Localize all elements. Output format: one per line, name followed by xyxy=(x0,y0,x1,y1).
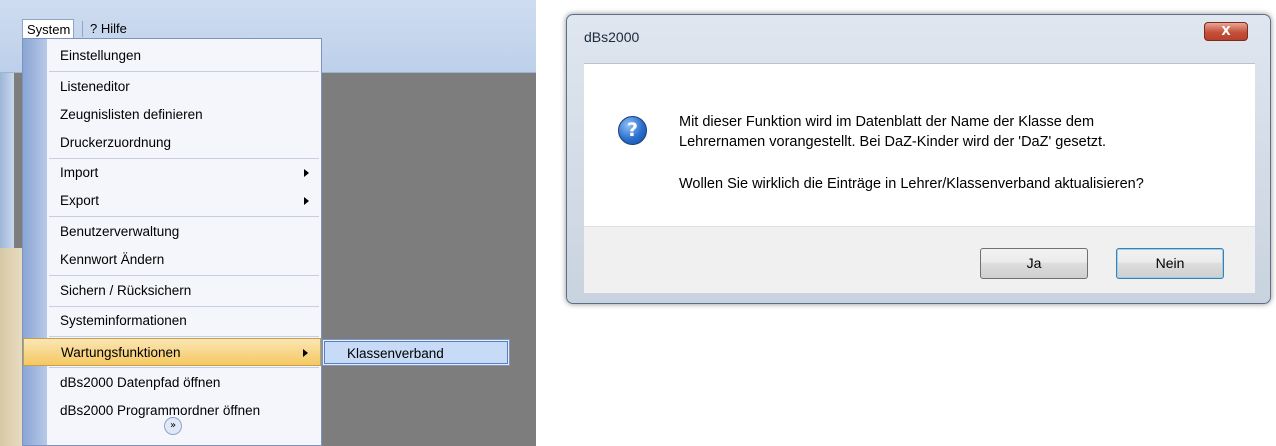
application-window: System ? Hilfe Einstellungen Listenedito… xyxy=(0,0,536,446)
menu-item-sichern[interactable]: Sichern / Rücksichern xyxy=(47,277,321,305)
submenu-arrow-icon xyxy=(303,349,308,357)
submenu-item-klassenverband[interactable]: Klassenverband xyxy=(324,341,508,364)
dialog-message-line1: Mit dieser Funktion wird im Datenblatt d… xyxy=(679,114,1095,130)
menu-item-import[interactable]: Import xyxy=(47,159,321,187)
menu-separator xyxy=(49,367,319,368)
menu-item-label: Einstellungen xyxy=(60,48,142,63)
menu-item-label: Listeneditor xyxy=(60,79,130,94)
menu-item-label: Kennwort Ändern xyxy=(60,252,165,267)
menu-item-listeneditor[interactable]: Listeneditor xyxy=(47,73,321,101)
menu-separator xyxy=(49,275,319,276)
menu-item-label: Export xyxy=(60,193,100,208)
menu-hilfe-label: ? Hilfe xyxy=(90,21,127,36)
wartungsfunktionen-submenu: Klassenverband xyxy=(322,339,510,366)
dialog-body: ? Mit dieser Funktion wird im Datenblatt… xyxy=(584,63,1255,227)
menu-item-label: Wartungsfunktionen xyxy=(61,345,181,360)
no-button[interactable]: Nein xyxy=(1116,248,1224,279)
menu-separator xyxy=(49,216,319,217)
menu-item-zeugnislisten[interactable]: Zeugnislisten definieren xyxy=(47,101,321,129)
menu-item-benutzerverwaltung[interactable]: Benutzerverwaltung xyxy=(47,218,321,246)
dialog-message-line2: Lehrernamen vorangestellt. Bei DaZ-Kinde… xyxy=(679,134,1107,150)
menu-item-druckerzuordnung[interactable]: Druckerzuordnung xyxy=(47,129,321,157)
menu-item-datenpfad-oeffnen[interactable]: dBs2000 Datenpfad öffnen xyxy=(47,369,321,397)
yes-button[interactable]: Ja xyxy=(980,248,1088,279)
menu-item-label: dBs2000 Datenpfad öffnen xyxy=(60,375,221,390)
menu-separator xyxy=(49,336,319,337)
dialog-question: Wollen Sie wirklich die Einträge in Lehr… xyxy=(679,176,1144,192)
menu-system[interactable]: System xyxy=(22,19,74,38)
menu-item-label: Zeugnislisten definieren xyxy=(60,107,203,122)
menu-item-label: Import xyxy=(60,165,99,180)
menu-hilfe[interactable]: ? Hilfe xyxy=(86,19,131,38)
menu-item-label: Druckerzuordnung xyxy=(60,135,172,150)
menu-item-einstellungen[interactable]: Einstellungen xyxy=(47,42,321,70)
question-icon: ? xyxy=(618,116,647,145)
menu-item-export[interactable]: Export xyxy=(47,187,321,215)
menu-icon-gutter xyxy=(23,39,47,445)
menu-bar-separator xyxy=(82,21,83,37)
submenu-arrow-icon xyxy=(304,169,309,177)
background-panel xyxy=(0,248,22,446)
menu-item-systeminformationen[interactable]: Systeminformationen xyxy=(47,307,321,335)
menu-item-label: Systeminformationen xyxy=(60,313,187,328)
confirm-dialog: dBs2000 X ? Mit dieser Funktion wird im … xyxy=(566,14,1271,304)
menu-item-kennwort-aendern[interactable]: Kennwort Ändern xyxy=(47,246,321,274)
menu-item-label: Benutzerverwaltung xyxy=(60,224,180,239)
submenu-item-label: Klassenverband xyxy=(347,346,444,361)
menu-item-programmordner-oeffnen[interactable]: dBs2000 Programmordner öffnen xyxy=(47,397,321,425)
menu-item-label: Sichern / Rücksichern xyxy=(60,283,192,298)
chevron-double-down-icon[interactable]: » xyxy=(164,417,182,435)
menu-separator xyxy=(49,71,319,72)
close-button[interactable]: X xyxy=(1204,22,1248,41)
dialog-title: dBs2000 xyxy=(584,29,640,45)
submenu-arrow-icon xyxy=(304,197,309,205)
menu-system-label: System xyxy=(27,22,71,37)
menu-item-wartungsfunktionen[interactable]: Wartungsfunktionen xyxy=(23,338,321,366)
dialog-button-bar: Ja Nein xyxy=(584,226,1255,293)
menu-item-label: dBs2000 Programmordner öffnen xyxy=(60,403,261,418)
system-dropdown-menu: Einstellungen Listeneditor Zeugnislisten… xyxy=(22,38,322,446)
